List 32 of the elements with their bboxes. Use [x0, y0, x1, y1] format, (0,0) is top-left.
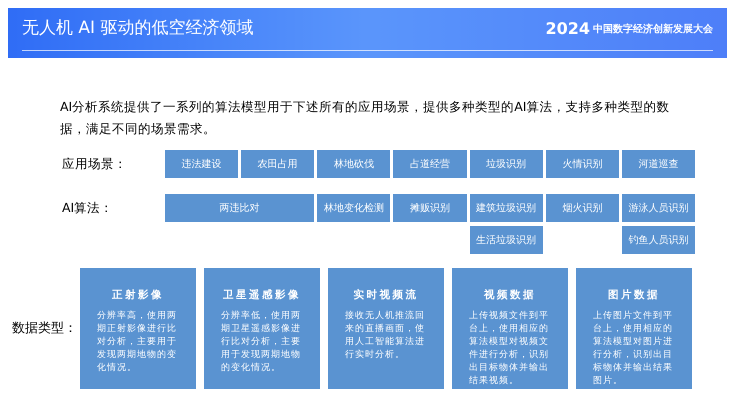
scenario-tile: 垃圾识别 — [470, 150, 543, 178]
card-title: 图片数据 — [607, 288, 661, 303]
card-title: 正射影像 — [111, 288, 165, 303]
card-text: 上传视频文件到平台上，使用相应的算法模型对视频文件进行分析，识别出目标物体并输出结果视频。 — [469, 310, 550, 388]
scenario-tile: 林地砍伐 — [317, 150, 390, 178]
scenario-tile: 违法建设 — [165, 150, 238, 178]
algorithm-tile: 钓鱼人员识别 — [622, 226, 695, 254]
scenario-tile: 火情识别 — [546, 150, 619, 178]
card-title: 卫星遥感影像 — [222, 288, 302, 303]
algorithm-tile: 摊贩识别 — [393, 194, 467, 222]
logo-year: 2024 — [545, 18, 590, 40]
card-text: 分辨率低，使用两期卫星遥感影像进行比对分析，主要用于发现两期地物的变化情况。 — [221, 310, 302, 375]
logo-name: 中国数字经济创新发展大会 — [593, 22, 713, 36]
algorithm-tile: 游泳人员识别 — [622, 194, 695, 222]
row-label: 应用场景： — [61, 154, 128, 173]
card-text: 接收无人机推流回来的直播画面，使用人工智能算法进行实时分析。 — [345, 310, 426, 362]
algorithm-tile: 两违比对 — [165, 194, 314, 222]
card-text: 上传图片文件到平台上，使用相应的算法模型对图片进行分析，识别出目标物体并输出结果图片。 — [593, 310, 674, 388]
scenario-tile: 农田占用 — [241, 150, 314, 178]
algorithm-tile: 林地变化检测 — [317, 194, 390, 222]
algorithm-tile: 烟火识别 — [546, 194, 619, 222]
intro-paragraph: AI分析系统提供了一系列的算法模型用于下述所有的应用场景，提供多种类型的AI算法，支持多种类型的数据，满足不同的场景需求。 — [60, 98, 670, 138]
page-title: 无人机 AI 驱动的低空经济领域 — [22, 17, 254, 40]
card-title: 视频数据 — [482, 288, 537, 303]
card-text: 分辨率高，使用两期正射影像进行比对分析，主要用于发现两期地物的变化情况。 — [97, 310, 178, 375]
row-label: 数据类型： — [11, 320, 78, 338]
algorithm-tile: 建筑垃圾识别 — [470, 194, 543, 222]
algorithm-tile: 生活垃圾识别 — [470, 226, 543, 254]
scenario-tile: 占道经营 — [393, 150, 467, 178]
card-title: 实时视频流 — [352, 288, 420, 303]
scenario-tile: 河道巡查 — [622, 150, 695, 178]
row-label: AI算法： — [61, 199, 114, 217]
